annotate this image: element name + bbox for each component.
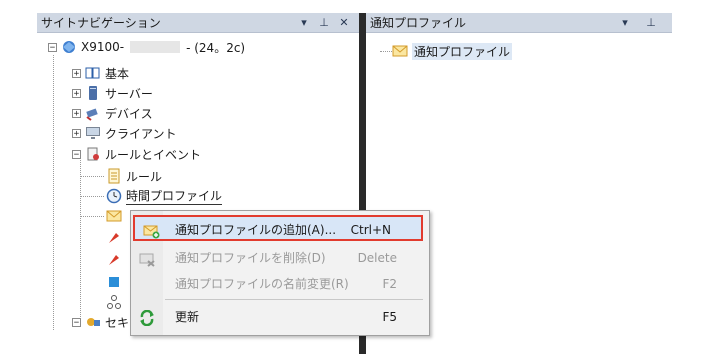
notification-profile-label: 通知プロファイル xyxy=(412,42,513,60)
add-mail-icon xyxy=(143,222,160,239)
tree-item-rules-events[interactable]: − ルールとイベント xyxy=(72,144,201,164)
tree-item-basics[interactable]: + 基本 xyxy=(72,63,129,83)
device-icon xyxy=(106,274,122,290)
notification-profiles-header: 通知プロファイル ▾ ⊥ xyxy=(366,13,672,33)
clock-icon xyxy=(106,188,122,204)
menu-item-add-notification-profile[interactable]: 通知プロファイルの追加(A)... Ctrl+N xyxy=(133,215,423,241)
menu-item-shortcut: Delete xyxy=(357,251,397,265)
menu-item-shortcut: F5 xyxy=(382,310,397,324)
menu-item-label: 更新 xyxy=(175,310,200,324)
tree-item-label: ルールとイベント xyxy=(105,147,202,162)
mail-icon xyxy=(392,43,408,59)
root-server-version: - (24。2c) xyxy=(186,40,246,55)
camera-icon xyxy=(85,105,101,121)
tree-item-security[interactable]: − セキ xyxy=(72,312,129,332)
expand-toggle[interactable]: + xyxy=(72,108,81,118)
tree-item-hidden[interactable] xyxy=(106,292,126,312)
tree-item-hidden[interactable] xyxy=(106,228,126,248)
menu-item-label: 通知プロファイルの名前変更(R) xyxy=(175,277,349,291)
tree-item-label: セキ xyxy=(105,315,130,330)
pin-button[interactable]: ⊥ xyxy=(644,13,658,33)
tree-item-clients[interactable]: + クライアント xyxy=(72,123,177,143)
tree-item-label: 基本 xyxy=(105,66,130,81)
tree-connector xyxy=(80,216,104,217)
security-icon xyxy=(85,314,101,330)
monitor-icon xyxy=(85,125,101,141)
collapse-toggle[interactable]: − xyxy=(72,149,81,159)
tree-item-time-profiles[interactable]: 時間プロファイル xyxy=(106,186,223,206)
redacted-name xyxy=(130,41,181,53)
menu-item-label: 通知プロファイルを削除(D) xyxy=(175,251,326,265)
expand-toggle[interactable]: + xyxy=(72,128,81,138)
tree-item-hidden[interactable] xyxy=(106,250,126,270)
network-icon xyxy=(106,294,122,310)
site-navigation-title: サイトナビゲーション xyxy=(41,16,161,30)
tree-connector xyxy=(80,160,81,325)
event-icon xyxy=(106,230,122,246)
context-menu: 通知プロファイルの追加(A)... Ctrl+N 通知プロファイルを削除(D) … xyxy=(130,210,430,336)
tree-item-devices[interactable]: + デバイス xyxy=(72,103,153,123)
tree-item-label: デバイス xyxy=(105,106,153,121)
tree-connector xyxy=(80,176,104,177)
server-globe-icon xyxy=(61,39,77,55)
menu-item-refresh[interactable]: 更新 F5 xyxy=(131,304,429,330)
menu-item-shortcut: F2 xyxy=(382,277,397,291)
tree-connector xyxy=(80,196,104,197)
tree-root-server[interactable]: − X9100- - (24。2c) xyxy=(48,37,245,57)
tree-item-label: ルール xyxy=(126,169,163,184)
menu-item-shortcut: Ctrl+N xyxy=(350,223,391,237)
close-button[interactable]: ✕ xyxy=(337,13,351,33)
tree-item-label: サーバー xyxy=(105,86,153,101)
menu-item-label: 通知プロファイルの追加(A)... xyxy=(175,223,337,237)
tree-item-label: 時間プロファイル xyxy=(126,189,223,205)
collapse-toggle[interactable]: − xyxy=(48,42,57,52)
expand-toggle[interactable]: + xyxy=(72,88,81,98)
pane-menu-button[interactable]: ▾ xyxy=(297,13,311,33)
mail-icon xyxy=(106,208,122,224)
rules-icon xyxy=(85,146,101,162)
delete-mail-icon xyxy=(139,250,155,267)
collapse-toggle[interactable]: − xyxy=(72,317,81,327)
tree-item-rules[interactable]: ルール xyxy=(106,166,162,186)
event-icon xyxy=(106,252,122,268)
tree-connector xyxy=(53,55,54,330)
root-server-name: X9100- xyxy=(81,40,125,54)
tree-item-notification-profiles[interactable] xyxy=(106,206,126,226)
list-icon xyxy=(106,168,122,184)
tree-item-hidden[interactable] xyxy=(106,272,126,292)
server-icon xyxy=(85,85,101,101)
book-icon xyxy=(85,65,101,81)
tree-item-label: クライアント xyxy=(105,126,177,141)
site-navigation-header: サイトナビゲーション ▾ ⊥ ✕ xyxy=(37,13,359,33)
menu-item-delete-notification-profile[interactable]: 通知プロファイルを削除(D) Delete xyxy=(131,245,429,271)
tree-item-servers[interactable]: + サーバー xyxy=(72,83,153,103)
menu-separator xyxy=(165,299,423,300)
pin-button[interactable]: ⊥ xyxy=(317,13,331,33)
refresh-icon xyxy=(139,309,155,327)
notification-profiles-title: 通知プロファイル xyxy=(370,16,467,30)
expand-toggle[interactable]: + xyxy=(72,68,81,78)
menu-item-rename-notification-profile[interactable]: 通知プロファイルの名前変更(R) F2 xyxy=(131,271,429,297)
notification-profile-node[interactable]: 通知プロファイル xyxy=(392,41,513,61)
tree-connector xyxy=(380,51,392,52)
pane-menu-button[interactable]: ▾ xyxy=(618,13,632,33)
